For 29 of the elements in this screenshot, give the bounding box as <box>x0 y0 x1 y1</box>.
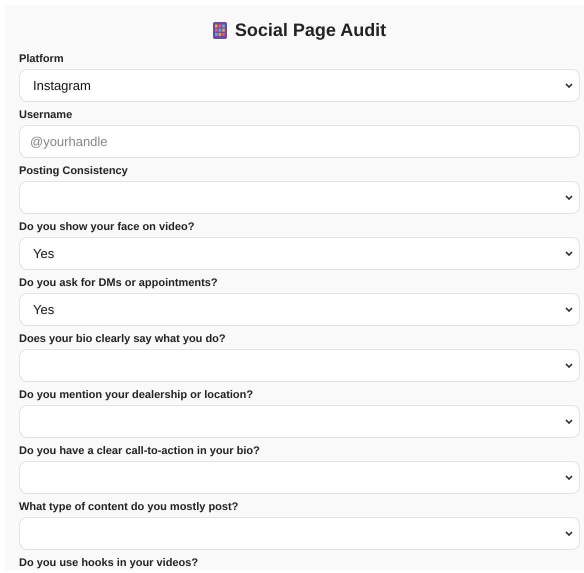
field-label: Do you have a clear call-to-action in your bio? <box>19 445 261 458</box>
chevron-down-icon <box>565 251 573 256</box>
field-label: Do you use hooks in your videos? <box>19 557 200 570</box>
field-label: Do you ask for DMs or appointments? <box>19 277 219 290</box>
field-label: Platform <box>19 53 65 66</box>
chevron-down-icon <box>565 307 573 312</box>
field-label: Username <box>19 109 74 122</box>
chevron-down-icon <box>565 195 573 200</box>
chevron-down-icon <box>565 363 573 368</box>
dropdown[interactable] <box>19 405 580 438</box>
dropdown[interactable] <box>19 181 580 214</box>
dropdown[interactable]: Yes <box>19 293 580 326</box>
chevron-down-icon <box>565 531 573 536</box>
username-field[interactable]: @yourhandle <box>19 125 580 158</box>
page-title: Social Page Audit <box>234 20 386 40</box>
dropdown[interactable]: Yes <box>19 237 580 270</box>
field-label: What type of content do you mostly post? <box>19 501 240 514</box>
chevron-down-icon <box>565 419 573 424</box>
dropdown[interactable]: Instagram <box>19 69 580 102</box>
dropdown[interactable] <box>19 349 580 382</box>
chevron-down-icon <box>565 83 573 88</box>
field-label: Posting Consistency <box>19 165 129 178</box>
field-label: Do you mention your dealership or location? <box>19 389 254 402</box>
dropdown[interactable] <box>19 461 580 494</box>
field-label: Does your bio clearly say what you do? <box>19 333 227 346</box>
chevron-down-icon <box>565 475 573 480</box>
keypad-icon <box>212 22 227 38</box>
dropdown[interactable] <box>19 517 580 550</box>
field-label: Do you show your face on video? <box>19 221 196 234</box>
